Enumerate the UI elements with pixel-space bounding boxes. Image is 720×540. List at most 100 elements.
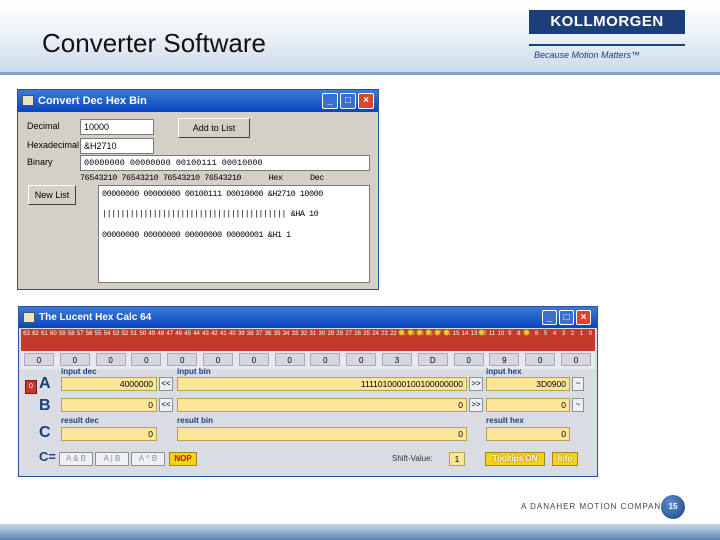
bit-index-label[interactable]: 28: [335, 331, 344, 338]
new-list-button[interactable]: New List: [28, 185, 76, 205]
bit-indicator-button[interactable]: 0: [25, 380, 37, 394]
bit-index-label[interactable]: 45: [183, 331, 192, 338]
maximize-icon[interactable]: □: [559, 310, 574, 325]
and-op-button[interactable]: A & B: [59, 452, 93, 466]
nibble-cell[interactable]: 0: [59, 353, 90, 366]
close-icon[interactable]: ×: [576, 310, 591, 325]
bit-index-label[interactable]: 6: [532, 331, 541, 338]
bit-index-label[interactable]: 58: [67, 331, 76, 338]
b-invert-button[interactable]: ~: [572, 398, 584, 412]
a-dec-input[interactable]: 4000000: [61, 377, 157, 391]
bit-index-label[interactable]: 25: [362, 331, 371, 338]
b-left-arrow-button[interactable]: <<: [159, 398, 173, 412]
list-item[interactable]: 00000000 00000000 00000000 00000001 &H1 …: [102, 230, 291, 240]
bit-index-label[interactable]: 39: [237, 331, 246, 338]
window-titlebar[interactable]: Convert Dec Hex Bin _ □ ×: [18, 90, 378, 112]
bit-index-label[interactable]: 29: [326, 331, 335, 338]
bit-index-label[interactable]: 43: [201, 331, 210, 338]
bit-index-label[interactable]: 54: [103, 331, 112, 338]
bit-index-label[interactable]: 9: [505, 331, 514, 338]
b-hex-input[interactable]: 0: [486, 398, 570, 412]
nibble-cell[interactable]: 9: [489, 353, 520, 366]
bit-index-label[interactable]: 30: [317, 331, 326, 338]
bit-index-label[interactable]: 10: [496, 331, 505, 338]
bit-index-label[interactable]: 56: [85, 331, 94, 338]
nibble-cell[interactable]: 0: [310, 353, 341, 366]
bit-index-label[interactable]: 48: [156, 331, 165, 338]
a-left-arrow-button[interactable]: <<: [159, 377, 173, 391]
xor-op-button[interactable]: A ^ B: [131, 452, 165, 466]
nibble-cell[interactable]: 0: [95, 353, 126, 366]
bit-index-label[interactable]: 27: [344, 331, 353, 338]
add-to-list-button[interactable]: Add to List: [178, 118, 250, 138]
nibble-cell[interactable]: 0: [24, 353, 54, 366]
nibble-cell[interactable]: 0: [525, 353, 556, 366]
bit-index-label[interactable]: 51: [129, 331, 138, 338]
bit-index-label[interactable]: 14: [461, 331, 470, 338]
shift-value-input[interactable]: 1: [449, 452, 465, 466]
nibble-cell[interactable]: 0: [453, 353, 484, 366]
bit-index-label[interactable]: 36: [264, 331, 273, 338]
bit-index-label[interactable]: 26: [353, 331, 362, 338]
nibble-cell[interactable]: 0: [238, 353, 269, 366]
nibble-cell[interactable]: 0: [131, 353, 162, 366]
bit-index-label[interactable]: 1: [577, 331, 586, 338]
bit-index-label[interactable]: 37: [255, 331, 264, 338]
bit-index-label[interactable]: 46: [174, 331, 183, 338]
decimal-field[interactable]: 10000: [80, 119, 154, 135]
bit-index-label[interactable]: 55: [94, 331, 103, 338]
a-bin-input[interactable]: 1111010000100100000000: [177, 377, 467, 391]
bit-index-label[interactable]: 52: [120, 331, 129, 338]
bit-index-label[interactable]: 47: [165, 331, 174, 338]
hex-field[interactable]: &H2710: [80, 138, 154, 154]
operation-select[interactable]: NOP: [169, 452, 197, 466]
list-item[interactable]: 00000000 00000000 00100111 00010000 &H27…: [102, 189, 323, 199]
bit-index-label[interactable]: 5: [541, 331, 550, 338]
minimize-icon[interactable]: _: [322, 93, 338, 109]
nibble-cell[interactable]: 3: [382, 353, 412, 366]
bit-index-label[interactable]: 42: [210, 331, 219, 338]
bit-index-label[interactable]: 44: [192, 331, 201, 338]
minimize-icon[interactable]: _: [542, 310, 557, 325]
bit-index-label[interactable]: 59: [58, 331, 67, 338]
bit-index-label[interactable]: 22: [389, 331, 398, 338]
bit-index-label[interactable]: 8: [514, 331, 523, 338]
conversion-list[interactable]: 00000000 00000000 00100111 00010000 &H27…: [98, 185, 370, 283]
bit-index-label[interactable]: 49: [147, 331, 156, 338]
nibble-cell[interactable]: D: [417, 353, 448, 366]
bit-index-label[interactable]: 53: [112, 331, 121, 338]
a-right-arrow-button[interactable]: >>: [469, 377, 483, 391]
bit-index-label[interactable]: 2: [568, 331, 577, 338]
bit-index-label[interactable]: 41: [219, 331, 228, 338]
bit-index-label[interactable]: 60: [49, 331, 58, 338]
bit-index-label[interactable]: 63: [22, 331, 31, 338]
nibble-cell[interactable]: 0: [203, 353, 233, 366]
bit-index-label[interactable]: 57: [76, 331, 85, 338]
a-invert-button[interactable]: ~: [572, 377, 584, 391]
maximize-icon[interactable]: □: [340, 93, 356, 109]
bit-index-label[interactable]: 35: [273, 331, 282, 338]
window-titlebar[interactable]: The Lucent Hex Calc 64 _ □ ×: [19, 307, 597, 328]
b-dec-input[interactable]: 0: [61, 398, 157, 412]
tooltips-toggle[interactable]: Tooltips ON: [485, 452, 545, 466]
bit-index-label[interactable]: 33: [291, 331, 300, 338]
bit-index-label[interactable]: 11: [487, 331, 496, 338]
list-item[interactable]: ||||||||||||||||||||||||||||||||||||||||…: [102, 209, 319, 219]
bit-index-label[interactable]: 4: [550, 331, 559, 338]
bit-index-label[interactable]: 24: [371, 331, 380, 338]
b-right-arrow-button[interactable]: >>: [469, 398, 483, 412]
bit-index-label[interactable]: 3: [559, 331, 568, 338]
bit-index-label[interactable]: 50: [138, 331, 147, 338]
bit-index-label[interactable]: 31: [308, 331, 317, 338]
bit-index-label[interactable]: 38: [246, 331, 255, 338]
bit-index-label[interactable]: 13: [470, 331, 479, 338]
bit-index-label[interactable]: 34: [282, 331, 291, 338]
bit-index-label[interactable]: 61: [40, 331, 49, 338]
bit-index-label[interactable]: 23: [380, 331, 389, 338]
nibble-cell[interactable]: 0: [346, 353, 377, 366]
close-icon[interactable]: ×: [358, 93, 374, 109]
bit-index-label[interactable]: 0: [586, 331, 595, 338]
a-hex-input[interactable]: 3D0900: [486, 377, 570, 391]
b-bin-input[interactable]: 0: [177, 398, 467, 412]
nibble-cell[interactable]: 0: [561, 353, 591, 366]
